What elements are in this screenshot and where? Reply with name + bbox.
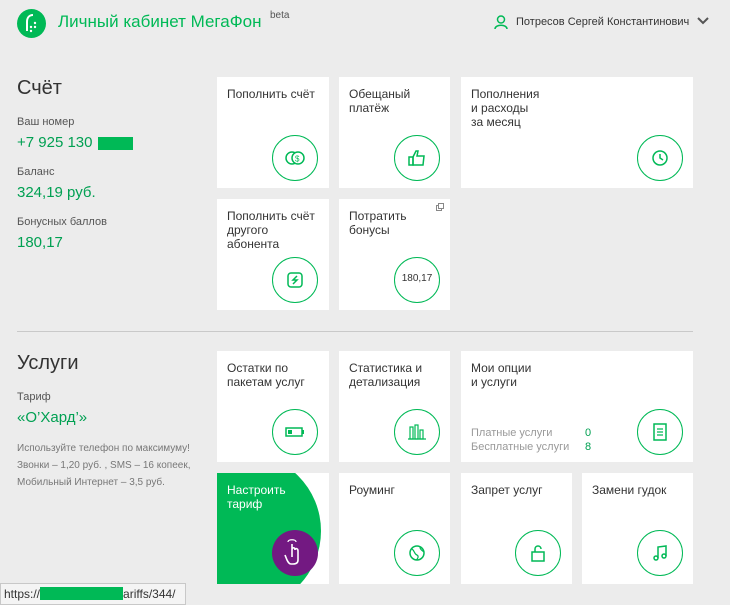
tile-topup-other-label: Пополнить счёт другого абонента	[227, 209, 315, 251]
status-url-suffix: ariffs/344/	[123, 587, 176, 601]
brand-title[interactable]: Личный кабинет МегаФон	[58, 12, 261, 32]
number-mask	[98, 137, 133, 150]
promo-line: Звонки – 1,20 руб. , SMS – 16 копеек,	[17, 460, 191, 471]
tile-remains-label: Остатки по пакетам услуг	[227, 361, 305, 389]
beta-badge: beta	[270, 10, 290, 21]
promo-line: Мобильный Интернет – 3,5 руб.	[17, 477, 165, 488]
bar-chart-icon	[394, 409, 440, 455]
paid-services-value: 0	[585, 427, 592, 439]
tile-my-options[interactable]: Мои опции и услуги Платные услуги 0 Бесп…	[461, 351, 693, 462]
user-name[interactable]: Потресов Сергей Константинович	[516, 16, 689, 28]
tile-service-ban[interactable]: Запрет услуг	[461, 473, 572, 584]
balance-value: 324,19 руб.	[17, 184, 96, 201]
tile-tariff-setup[interactable]: Настроить тариф	[217, 473, 329, 584]
status-url-prefix: https://	[4, 587, 41, 601]
tile-spend-bonus[interactable]: Потратить бонусы 180,17	[339, 199, 450, 310]
free-services-label: Бесплатные услуги	[471, 441, 570, 453]
external-link-icon	[436, 203, 444, 211]
section-divider	[17, 331, 693, 332]
card-transfer-icon	[272, 257, 318, 303]
megafon-logo-icon[interactable]	[17, 9, 46, 38]
tariff-promo: Используйте телефон по максимуму! Звонки…	[17, 440, 217, 491]
music-note-icon	[637, 530, 683, 576]
promo-line: Используйте телефон по максимуму!	[17, 443, 190, 454]
number-label: Ваш номер	[17, 116, 75, 128]
tile-roaming[interactable]: Роуминг	[339, 473, 450, 584]
tile-promised-label: Обещаный платёж	[349, 87, 411, 115]
tile-spend-bonus-label: Потратить бонусы	[349, 209, 407, 237]
free-services-value: 8	[585, 441, 592, 453]
tile-statistics[interactable]: Статистика и детализация	[339, 351, 450, 462]
account-section-title: Счёт	[17, 77, 62, 99]
svg-text:$: $	[295, 155, 300, 164]
tile-ban-label: Запрет услуг	[471, 483, 543, 497]
tile-promised-payment[interactable]: Обещаный платёж	[339, 77, 450, 188]
bonus-badge-value: 180,17	[401, 273, 433, 284]
tile-topup[interactable]: Пополнить счёт $	[217, 77, 329, 188]
tile-monthly-summary[interactable]: Пополнения и расходы за месяц	[461, 77, 693, 188]
tile-package-remains[interactable]: Остатки по пакетам услуг	[217, 351, 329, 462]
coins-icon: $	[272, 135, 318, 181]
tile-tariff-setup-label: Настроить тариф	[227, 483, 286, 511]
tariff-label: Тариф	[17, 391, 51, 403]
tile-roaming-label: Роуминг	[349, 483, 395, 497]
tile-topup-other[interactable]: Пополнить счёт другого абонента	[217, 199, 329, 310]
clock-icon	[637, 135, 683, 181]
bonus-value-badge: 180,17	[394, 257, 440, 303]
tap-hand-icon	[272, 530, 318, 576]
bonus-value: 180,17	[17, 234, 63, 251]
tile-topup-label: Пополнить счёт	[227, 87, 315, 101]
header: Личный кабинет МегаФон beta Потресов Сер…	[0, 0, 730, 52]
tariff-value[interactable]: «О’Хард’»	[17, 409, 87, 426]
bonus-label: Бонусных баллов	[17, 216, 107, 228]
tile-monthly-label: Пополнения и расходы за месяц	[471, 87, 540, 129]
thumbs-up-icon	[394, 135, 440, 181]
battery-icon	[272, 409, 318, 455]
browser-status-url: https:// ariffs/344/	[0, 583, 186, 605]
tile-ringtone-label: Замени гудок	[592, 483, 667, 497]
tile-options-label: Мои опции и услуги	[471, 361, 532, 389]
document-icon	[637, 409, 683, 455]
url-mask	[40, 587, 124, 600]
balance-label: Баланс	[17, 166, 55, 178]
user-icon[interactable]	[494, 15, 508, 30]
services-section-title: Услуги	[17, 352, 79, 374]
tile-stats-label: Статистика и детализация	[349, 361, 423, 389]
number-value: +7 925 130	[17, 134, 93, 151]
lock-icon	[515, 530, 561, 576]
paid-services-label: Платные услуги	[471, 427, 553, 439]
chevron-down-icon[interactable]	[697, 16, 709, 26]
tile-ringtone[interactable]: Замени гудок	[582, 473, 693, 584]
globe-icon	[394, 530, 440, 576]
